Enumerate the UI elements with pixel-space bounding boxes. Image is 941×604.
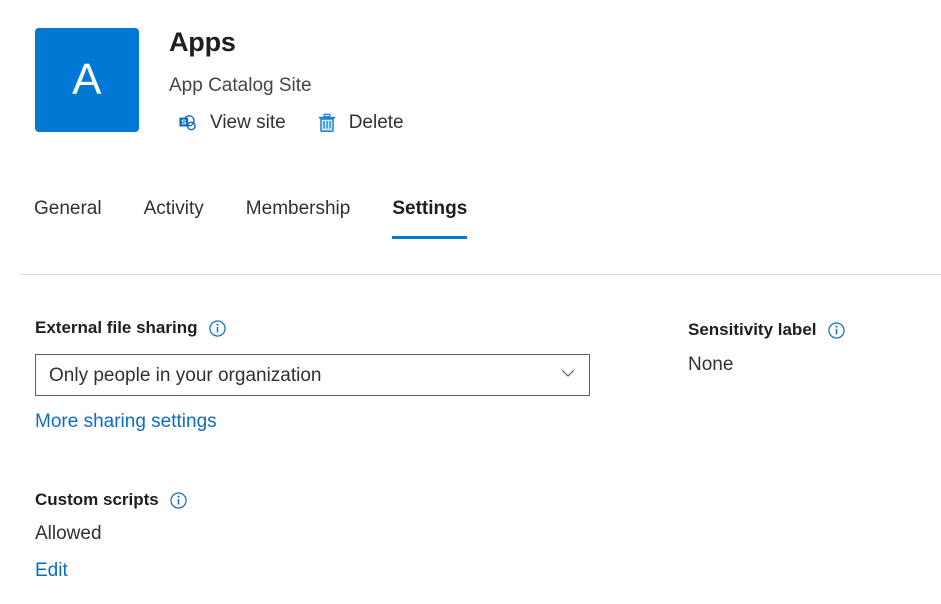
custom-scripts-value: Allowed: [35, 523, 635, 546]
sharepoint-icon: S: [177, 112, 199, 134]
more-sharing-settings-link[interactable]: More sharing settings: [35, 411, 217, 434]
page-title: Apps: [169, 28, 432, 58]
view-site-button[interactable]: S View site: [175, 110, 288, 136]
external-file-sharing-field: External file sharing Only people in you…: [35, 318, 635, 434]
sensitivity-label-value: None: [688, 354, 928, 377]
command-bar: S View site Delete: [175, 110, 432, 136]
external-file-sharing-label: External file sharing: [35, 318, 198, 338]
avatar: A: [35, 28, 139, 132]
tab-activity[interactable]: Activity: [144, 198, 204, 239]
custom-scripts-field: Custom scripts Allowed Edit: [35, 490, 635, 583]
external-file-sharing-selected-value: Only people in your organization: [49, 366, 322, 385]
svg-text:S: S: [181, 117, 186, 126]
tab-membership[interactable]: Membership: [246, 198, 351, 239]
info-icon[interactable]: [159, 492, 187, 509]
tab-list: General Activity Membership Settings: [34, 198, 509, 239]
settings-left-column: External file sharing Only people in you…: [35, 318, 635, 583]
sensitivity-label-label-row: Sensitivity label: [688, 320, 928, 340]
chevron-down-icon: [560, 365, 576, 386]
info-icon[interactable]: [817, 322, 845, 339]
view-site-label: View site: [210, 113, 286, 132]
tab-general[interactable]: General: [34, 198, 102, 239]
external-file-sharing-dropdown[interactable]: Only people in your organization: [35, 354, 590, 396]
custom-scripts-label-row: Custom scripts: [35, 490, 635, 510]
tab-settings[interactable]: Settings: [392, 198, 467, 239]
site-header: A Apps App Catalog Site S View site: [35, 28, 432, 136]
header-divider: [20, 274, 941, 275]
custom-scripts-edit-link[interactable]: Edit: [35, 560, 68, 583]
site-subtitle: App Catalog Site: [169, 76, 432, 97]
external-file-sharing-label-row: External file sharing: [35, 318, 635, 338]
settings-right-column: Sensitivity label None: [688, 320, 928, 377]
site-meta: Apps App Catalog Site S View site: [169, 28, 432, 136]
custom-scripts-label: Custom scripts: [35, 490, 159, 510]
delete-button[interactable]: Delete: [314, 110, 406, 136]
delete-label: Delete: [349, 113, 404, 132]
sensitivity-label-field: Sensitivity label None: [688, 320, 928, 377]
trash-icon: [316, 112, 338, 134]
sensitivity-label-label: Sensitivity label: [688, 320, 817, 340]
info-icon[interactable]: [198, 320, 226, 337]
